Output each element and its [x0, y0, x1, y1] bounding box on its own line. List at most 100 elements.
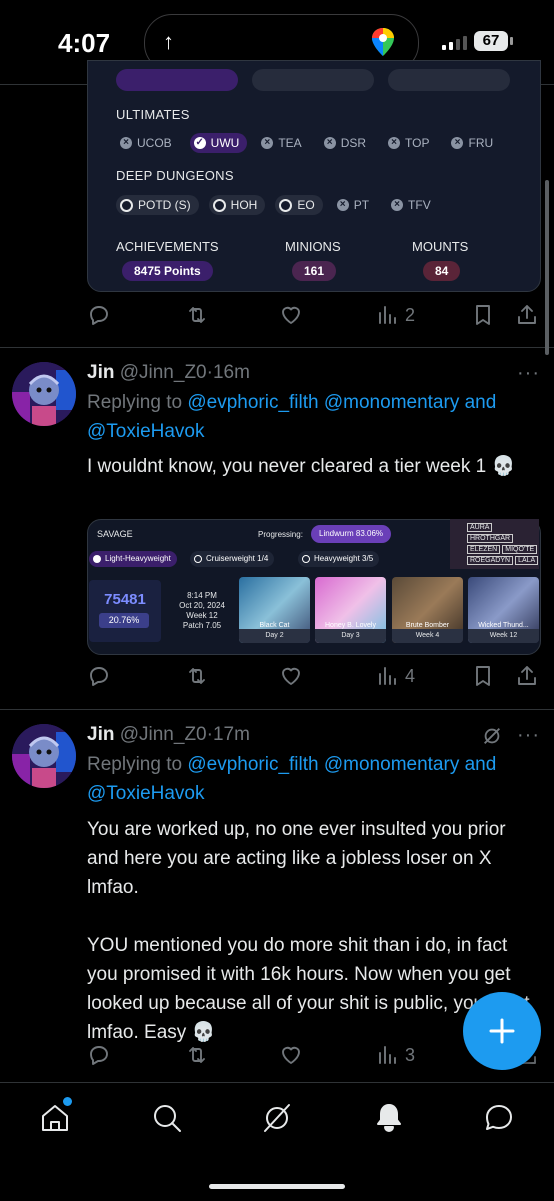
reply-button[interactable]	[87, 1043, 111, 1067]
notification-dot	[63, 1097, 72, 1106]
dungeon-hoh: HOH	[208, 195, 266, 215]
home-indicator	[209, 1184, 345, 1189]
reply-button[interactable]	[87, 664, 111, 688]
views-button[interactable]: 4	[375, 664, 415, 688]
repost-icon	[189, 307, 205, 323]
mention-link[interactable]: @monomentary	[324, 754, 459, 775]
replying-to: Replying to @evphoric_filth @monomentary…	[87, 392, 497, 442]
dungeon-potd: POTD (S)	[116, 195, 199, 215]
mention-link[interactable]: @evphoric_filth	[187, 754, 318, 775]
ultimate-top: × TOP	[384, 133, 437, 153]
handle[interactable]: @Jinn_Z0	[120, 362, 207, 383]
views-count: 4	[405, 665, 416, 686]
share-button[interactable]	[515, 664, 539, 688]
like-button[interactable]	[279, 303, 303, 327]
tweet-divider	[0, 347, 554, 348]
views-icon	[379, 306, 396, 324]
views-count: 3	[405, 1044, 416, 1065]
nav-notifications[interactable]	[372, 1101, 406, 1135]
tier-cruiserweight: Cruiserweight 1/4	[190, 551, 275, 567]
signal-icon	[442, 36, 467, 50]
progressing-label: Progressing:	[258, 530, 303, 539]
handle[interactable]: @Jinn_Z0	[120, 724, 207, 745]
scrollbar[interactable]	[545, 180, 549, 355]
x-icon: ×	[388, 137, 401, 149]
x-icon: ×	[391, 199, 404, 211]
tags-panel: AURA HROTHGAR ELEZEN MIQO'TE ROEGADYN LA…	[450, 519, 539, 569]
views-icon	[379, 1046, 396, 1064]
timestamp[interactable]: 17m	[213, 724, 250, 745]
nav-messages[interactable]	[482, 1101, 516, 1135]
dungeon-eo: EO	[275, 195, 323, 215]
messages-icon	[486, 1105, 512, 1130]
repost-button[interactable]	[185, 664, 209, 688]
avatar-image	[12, 362, 76, 426]
repost-icon	[189, 1047, 205, 1063]
repost-button[interactable]	[185, 303, 209, 327]
x-icon: ×	[120, 137, 132, 149]
mention-link[interactable]: @evphoric_filth	[187, 392, 318, 413]
views-button[interactable]: 3	[375, 1043, 415, 1067]
check-icon: ✓	[193, 137, 206, 149]
boss-thumb-brute-bomber: Brute Bomber Week 4	[392, 577, 463, 643]
bookmark-button[interactable]	[471, 664, 495, 688]
reply-icon	[90, 667, 108, 686]
reply-icon	[90, 306, 108, 325]
repost-icon	[189, 668, 205, 684]
reply-button[interactable]	[87, 303, 111, 327]
ultimate-dsr: × DSR	[320, 133, 374, 153]
like-button[interactable]	[279, 1043, 303, 1067]
mounts-badge: 84	[423, 261, 461, 281]
tweet-header: Jin @Jinn_Z0·16m	[87, 362, 250, 383]
tweet-actions: 2	[87, 303, 542, 333]
repost-button[interactable]	[185, 1043, 209, 1067]
mention-link[interactable]: @ToxieHavok	[87, 421, 205, 442]
avatar[interactable]	[12, 362, 76, 426]
progressing-value: Lindwurm 83.06%	[311, 525, 392, 543]
bell-icon	[377, 1104, 401, 1132]
ring-icon	[212, 198, 226, 212]
grok-icon[interactable]	[481, 725, 503, 747]
more-options-icon[interactable]: ···	[517, 724, 540, 747]
ultimate-uwu: ✓ UWU	[189, 133, 248, 153]
mention-link[interactable]: and	[465, 392, 497, 413]
tweet-paragraph: You are worked up, no one ever insulted …	[87, 819, 506, 898]
search-icon	[154, 1105, 181, 1132]
boss-thumb-wicked-thunder: Wicked Thund... Week 12	[468, 577, 539, 643]
heart-icon	[282, 1046, 300, 1064]
tweet-text: I wouldnt know, you never cleared a tier…	[87, 456, 516, 477]
ultimates-row: × UCOB ✓ UWU × TEA × DSR × TOP × FRU	[116, 133, 501, 153]
score-value: 75481	[104, 591, 146, 608]
x-icon: ×	[261, 137, 274, 149]
ultimate-tea: × TEA	[257, 133, 309, 153]
mention-link[interactable]: and	[465, 754, 497, 775]
mention-link[interactable]: @monomentary	[324, 392, 459, 413]
more-options-icon[interactable]: ···	[517, 362, 540, 385]
display-name[interactable]: Jin	[87, 362, 114, 383]
like-button[interactable]	[279, 664, 303, 688]
ring-icon	[302, 555, 310, 563]
ffxiv-profile-image[interactable]: ULTIMATES × UCOB ✓ UWU × TEA × DSR × TOP × FRU…	[87, 60, 541, 292]
nav-home[interactable]	[38, 1097, 72, 1135]
compose-button[interactable]	[463, 992, 541, 1070]
share-button[interactable]	[515, 303, 539, 327]
ring-icon	[279, 198, 293, 212]
mention-link[interactable]: @ToxieHavok	[87, 783, 205, 804]
x-icon: ×	[323, 137, 336, 149]
dungeon-pt: × PT	[333, 195, 377, 215]
avatar-image	[12, 724, 76, 788]
timestamp[interactable]: 16m	[213, 362, 250, 383]
deep-dungeons-label: DEEP DUNGEONS	[116, 168, 234, 183]
check-icon	[93, 555, 101, 563]
minions-label: MINIONS	[285, 239, 341, 254]
avatar[interactable]	[12, 724, 76, 788]
clear-info: 8:14 PM Oct 20, 2024 Week 12 Patch 7.05	[179, 591, 225, 630]
reply-icon	[90, 1046, 108, 1065]
minions-badge: 161	[292, 261, 337, 281]
nav-search[interactable]	[150, 1101, 184, 1135]
views-button[interactable]: 2	[375, 303, 415, 327]
battery-icon: 67	[474, 31, 513, 51]
display-name[interactable]: Jin	[87, 724, 114, 745]
nav-grok[interactable]	[260, 1101, 294, 1135]
bookmark-button[interactable]	[471, 303, 495, 327]
